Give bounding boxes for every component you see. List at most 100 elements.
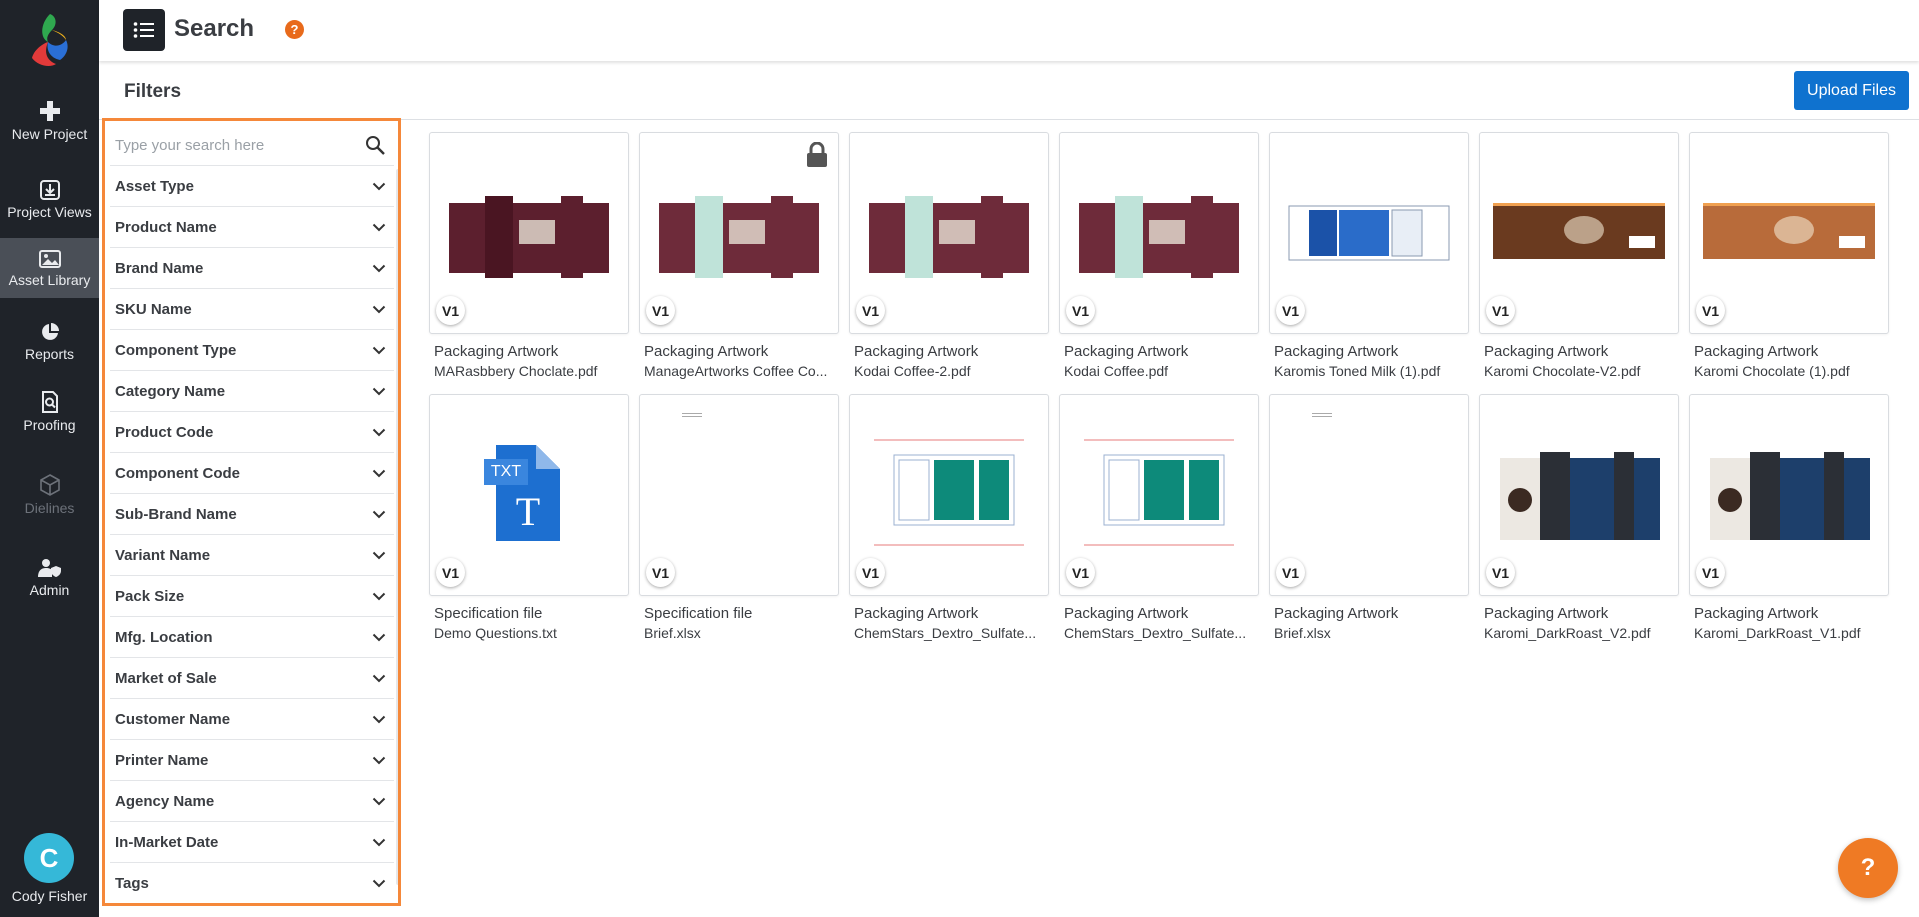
asset-filename[interactable]: ChemStars_Dextro_Sulfate... <box>849 625 1049 641</box>
asset-filename[interactable]: Kodai Coffee.pdf <box>1059 363 1259 379</box>
scrollbar[interactable] <box>396 169 398 885</box>
filter-row[interactable]: Brand Name <box>110 248 394 289</box>
asset-thumbnail[interactable]: V1 <box>1479 132 1679 334</box>
asset-thumbnail[interactable]: V1 <box>1479 394 1679 596</box>
chevron-down-icon[interactable] <box>372 469 386 478</box>
asset-thumbnail[interactable]: V1 <box>1059 132 1259 334</box>
chevron-down-icon[interactable] <box>372 551 386 560</box>
asset-filename[interactable]: Karomi Chocolate (1).pdf <box>1689 363 1889 379</box>
asset-thumbnail[interactable]: V1 <box>639 132 839 334</box>
app-logo[interactable] <box>26 10 74 72</box>
filter-row[interactable]: Category Name <box>110 371 394 412</box>
filter-row[interactable]: Tags <box>110 863 394 903</box>
chevron-down-icon[interactable] <box>372 633 386 642</box>
asset-thumbnail[interactable]: V1 <box>429 132 629 334</box>
asset-filename[interactable]: MARasbbery Choclate.pdf <box>429 363 629 379</box>
chevron-down-icon[interactable] <box>372 346 386 355</box>
nav-new-project[interactable]: New Project <box>0 92 99 158</box>
chevron-down-icon[interactable] <box>372 674 386 683</box>
asset-filename[interactable]: Brief.xlsx <box>1269 625 1469 641</box>
chevron-down-icon[interactable] <box>372 387 386 396</box>
asset-filename[interactable]: Demo Questions.txt <box>429 625 629 641</box>
asset-card[interactable]: V1 Packaging Artwork ChemStars_Dextro_Sulf… <box>1059 394 1259 641</box>
asset-card[interactable]: V1 Packaging Artwork Kodai Coffee-2.pdf <box>849 132 1049 379</box>
asset-card[interactable]: V1 Packaging Artwork Kodai Coffee.pdf <box>1059 132 1259 379</box>
asset-filename[interactable]: Karomi Chocolate-V2.pdf <box>1479 363 1679 379</box>
asset-type: Packaging Artwork <box>434 343 559 360</box>
nav-project-views[interactable]: Project Views <box>0 170 99 236</box>
filter-row[interactable]: Component Code <box>110 453 394 494</box>
search-input[interactable] <box>110 137 350 154</box>
filter-row[interactable]: In-Market Date <box>110 822 394 863</box>
asset-thumbnail[interactable]: V1 <box>1689 394 1889 596</box>
filter-row[interactable]: Product Code <box>110 412 394 453</box>
asset-thumbnail[interactable]: V1 <box>1059 394 1259 596</box>
asset-thumbnail[interactable]: V1 <box>1269 394 1469 596</box>
asset-filename[interactable]: ManageArtworks Coffee Co... <box>639 363 839 379</box>
asset-card[interactable]: V1 Packaging Artwork MARasbbery Choclate.p… <box>429 132 629 379</box>
asset-card[interactable]: V1 Packaging Artwork Karomi Chocolate-V2.p… <box>1479 132 1679 379</box>
asset-filename[interactable]: Karomi_DarkRoast_V2.pdf <box>1479 625 1679 641</box>
asset-filename[interactable]: Kodai Coffee-2.pdf <box>849 363 1049 379</box>
asset-thumbnail[interactable]: V1 <box>849 132 1049 334</box>
filter-label: Brand Name <box>115 259 204 277</box>
nav-dielines[interactable]: Dielines <box>0 466 99 532</box>
filter-row[interactable]: Asset Type <box>110 166 394 207</box>
asset-thumbnail[interactable]: V1 <box>1689 132 1889 334</box>
asset-card[interactable]: V1 Packaging Artwork Brief.xlsx <box>1269 394 1469 641</box>
chevron-down-icon[interactable] <box>372 756 386 765</box>
filter-row[interactable]: Agency Name <box>110 781 394 822</box>
asset-card[interactable]: V1 Packaging Artwork Karomi_DarkRoast_V2.p… <box>1479 394 1679 641</box>
nav-admin[interactable]: Admin <box>0 548 99 614</box>
chevron-down-icon[interactable] <box>372 510 386 519</box>
asset-type: Packaging Artwork <box>1694 343 1819 360</box>
asset-thumbnail[interactable]: V1 <box>1269 132 1469 334</box>
chevron-down-icon[interactable] <box>372 223 386 232</box>
nav-asset-library[interactable]: Asset Library <box>0 238 99 298</box>
asset-card[interactable]: V1 Packaging Artwork ChemStars_Dextro_Sulf… <box>849 394 1049 641</box>
filter-row[interactable]: Mfg. Location <box>110 617 394 658</box>
asset-thumbnail[interactable]: TXT T V1 <box>429 394 629 596</box>
filter-row[interactable]: Variant Name <box>110 535 394 576</box>
asset-card[interactable]: V1 Packaging Artwork Karomis Toned Milk (1… <box>1269 132 1469 379</box>
chevron-down-icon[interactable] <box>372 428 386 437</box>
filter-row[interactable]: Customer Name <box>110 699 394 740</box>
help-fab-button[interactable]: ? <box>1838 838 1898 898</box>
help-icon[interactable]: ? <box>285 20 304 39</box>
asset-card[interactable]: V1 Packaging Artwork Karomi Chocolate (1).… <box>1689 132 1889 379</box>
filter-row[interactable]: Product Name <box>110 207 394 248</box>
chevron-down-icon[interactable] <box>372 264 386 273</box>
asset-card[interactable]: TXT T V1 Specification file Demo Questions.t… <box>429 394 629 641</box>
filter-row[interactable]: Sub-Brand Name <box>110 494 394 535</box>
chevron-down-icon[interactable] <box>372 305 386 314</box>
nav-label: Dielines <box>24 500 75 516</box>
search-icon[interactable] <box>365 135 386 156</box>
chevron-down-icon[interactable] <box>372 797 386 806</box>
lock-icon <box>807 142 827 167</box>
filter-row[interactable]: Component Type <box>110 330 394 371</box>
chevron-down-icon[interactable] <box>372 182 386 191</box>
asset-filename[interactable]: Karomi_DarkRoast_V1.pdf <box>1689 625 1889 641</box>
nav-reports[interactable]: Reports <box>0 312 99 378</box>
filter-label: Sub-Brand Name <box>115 505 237 523</box>
list-menu-button[interactable] <box>123 9 165 51</box>
filter-row[interactable]: SKU Name <box>110 289 394 330</box>
chevron-down-icon[interactable] <box>372 838 386 847</box>
filter-row[interactable]: Printer Name <box>110 740 394 781</box>
filter-row[interactable]: Market of Sale <box>110 658 394 699</box>
asset-filename[interactable]: Brief.xlsx <box>639 625 839 641</box>
asset-card[interactable]: V1 Packaging Artwork Karomi_DarkRoast_V1.p… <box>1689 394 1889 641</box>
asset-card[interactable]: V1 Packaging Artwork ManageArtworks Coffee… <box>639 132 839 379</box>
asset-filename[interactable]: Karomis Toned Milk (1).pdf <box>1269 363 1469 379</box>
chevron-down-icon[interactable] <box>372 715 386 724</box>
asset-filename[interactable]: ChemStars_Dextro_Sulfate... <box>1059 625 1259 641</box>
nav-proofing[interactable]: Proofing <box>0 383 99 449</box>
asset-card[interactable]: V1 Specification file Brief.xlsx <box>639 394 839 641</box>
avatar[interactable]: C <box>24 833 74 883</box>
chevron-down-icon[interactable] <box>372 879 386 888</box>
asset-thumbnail[interactable]: V1 <box>639 394 839 596</box>
filter-row[interactable]: Pack Size <box>110 576 394 617</box>
asset-thumbnail[interactable]: V1 <box>849 394 1049 596</box>
chevron-down-icon[interactable] <box>372 592 386 601</box>
upload-files-button[interactable]: Upload Files <box>1794 71 1909 110</box>
